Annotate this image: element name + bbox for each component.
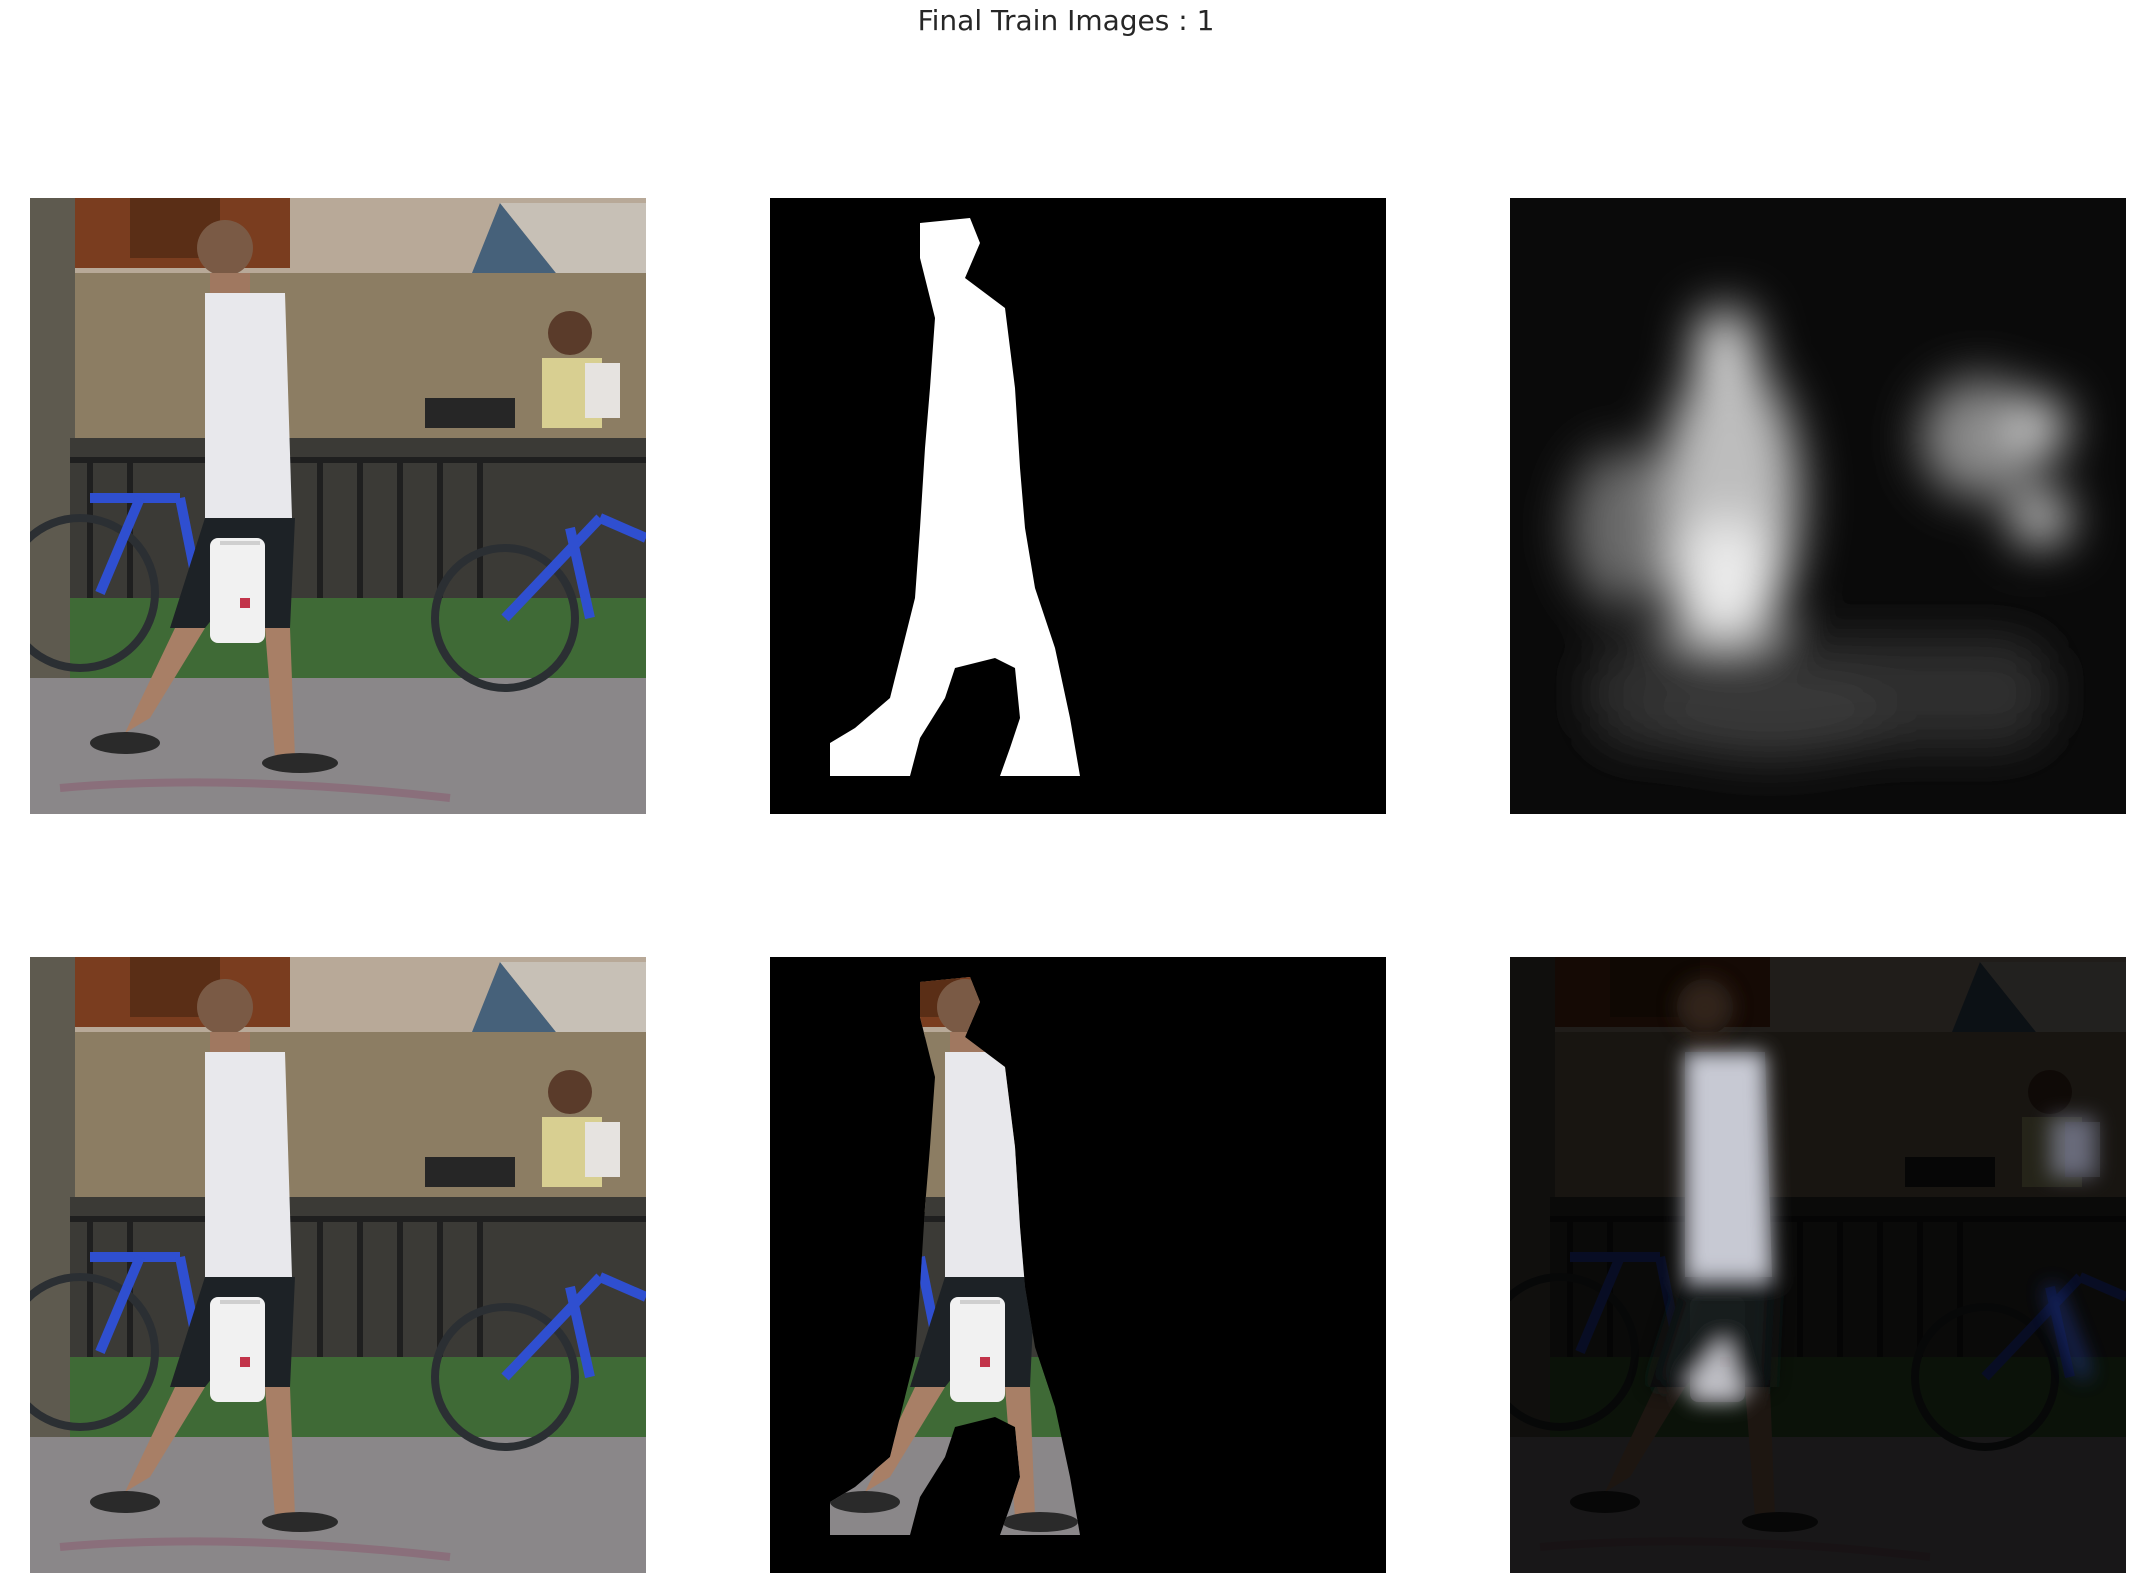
- ground-truth-mask-panel: [770, 198, 1386, 814]
- input-image: [30, 198, 646, 814]
- input-image-panel: [30, 198, 646, 814]
- masked-prediction-panel: [1510, 957, 2126, 1573]
- masked-ground-truth-panel: [770, 957, 1386, 1573]
- ground-truth-mask: [770, 198, 1386, 814]
- predicted-saliency-panel: [1510, 198, 2126, 814]
- masked-ground-truth: [770, 957, 1386, 1573]
- figure-title: Final Train Images : 1: [917, 4, 1215, 37]
- input-image-copy-panel: [30, 957, 646, 1573]
- input-image-copy: [30, 957, 646, 1573]
- masked-prediction: [1510, 957, 2126, 1573]
- predicted-saliency-map: [1510, 198, 2126, 814]
